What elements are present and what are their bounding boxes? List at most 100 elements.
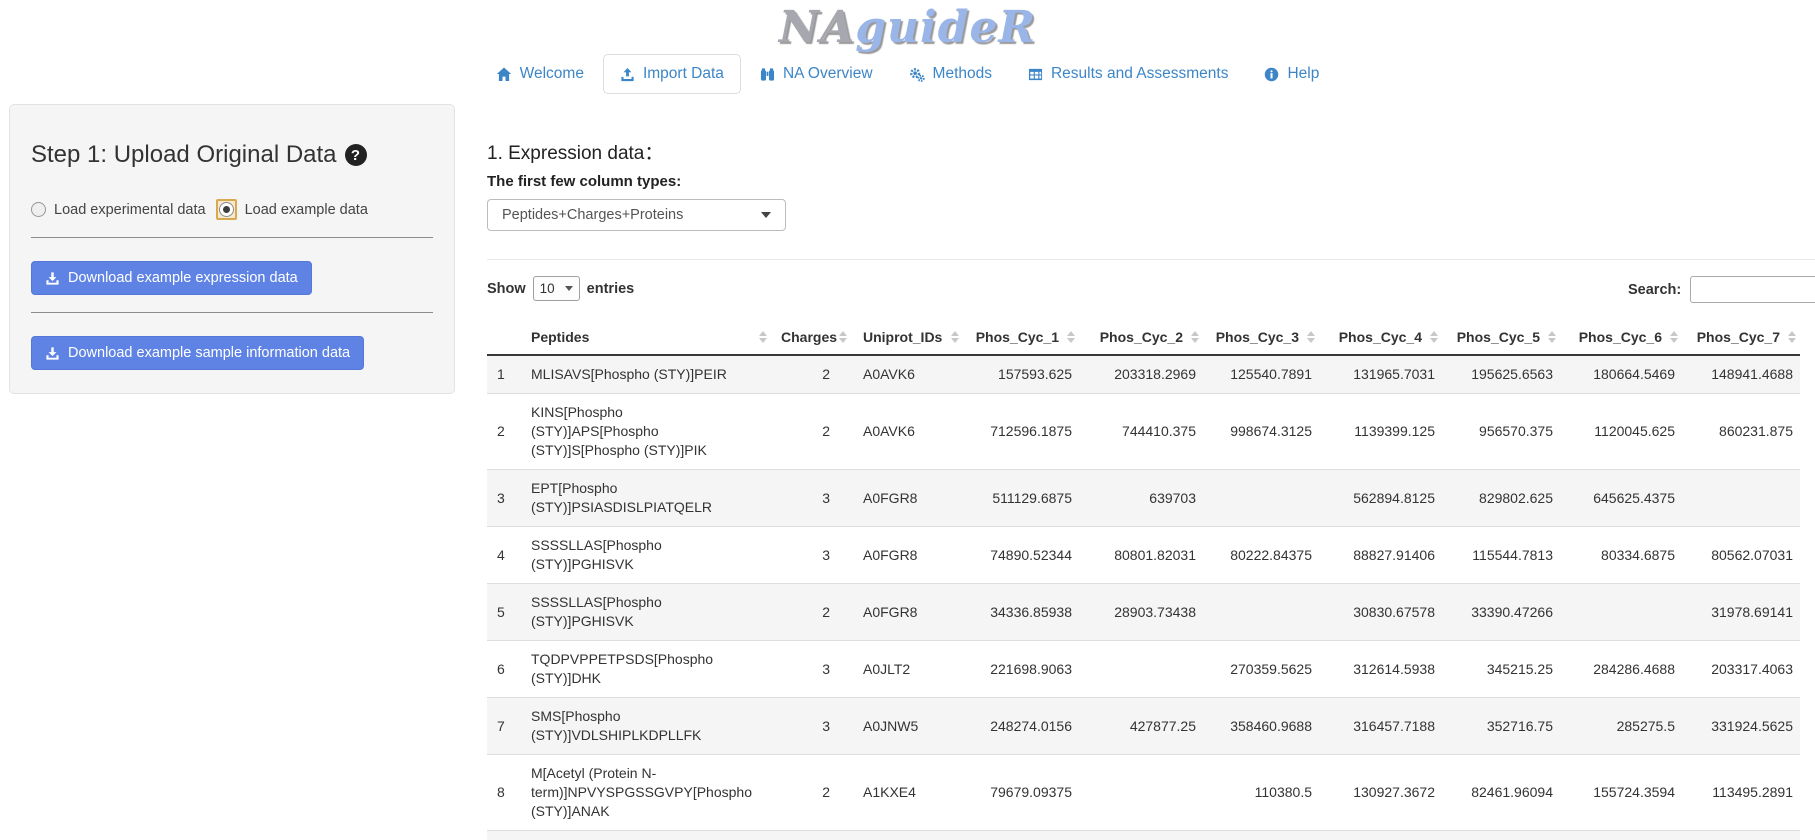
value-cell: 110380.5 bbox=[1203, 755, 1319, 831]
button-label: Download example expression data bbox=[68, 270, 298, 286]
sort-icon bbox=[1670, 331, 1678, 343]
value-cell: 285275.5 bbox=[1560, 698, 1682, 755]
download-sample-info-button[interactable]: Download example sample information data bbox=[31, 336, 364, 370]
value-cell: 511129.6875 bbox=[963, 470, 1079, 527]
sort-icon bbox=[839, 331, 847, 343]
page-length-select[interactable]: 10 bbox=[533, 276, 580, 301]
charge-cell: 3 bbox=[771, 698, 851, 755]
value-cell: 1120045.625 bbox=[1560, 394, 1682, 470]
charge-cell: 3 bbox=[771, 527, 851, 584]
header-rownum bbox=[487, 319, 521, 355]
column-types-label: The first few column types: bbox=[487, 173, 1815, 190]
radio-label: Load experimental data bbox=[54, 202, 206, 218]
value-cell: 80562.07031 bbox=[1682, 527, 1800, 584]
value-cell: 203318.2969 bbox=[1079, 355, 1203, 394]
download-icon bbox=[45, 346, 60, 361]
value-cell: 125540.7891 bbox=[1203, 355, 1319, 394]
table-head: Peptides Charges Uniprot_IDs Phos_Cyc_1 Phos… bbox=[487, 319, 1800, 355]
charge-cell: 2 bbox=[771, 355, 851, 394]
sort-icon bbox=[1067, 331, 1075, 343]
value-cell: 34336.85938 bbox=[963, 584, 1079, 641]
value-cell: 712596.1875 bbox=[963, 394, 1079, 470]
value-cell: 829802.625 bbox=[1442, 470, 1560, 527]
sort-icon bbox=[1191, 331, 1199, 343]
uniprot-cell: A0FGR8 bbox=[851, 470, 963, 527]
download-expression-button[interactable]: Download example expression data bbox=[31, 261, 312, 295]
value-cell bbox=[1079, 755, 1203, 831]
search-input[interactable] bbox=[1690, 276, 1815, 303]
expression-data-table: Peptides Charges Uniprot_IDs Phos_Cyc_1 Phos… bbox=[487, 319, 1800, 830]
question-icon[interactable]: ? bbox=[345, 144, 367, 166]
value-cell: 157593.625 bbox=[963, 355, 1079, 394]
column-header-Phos_Cyc_5[interactable]: Phos_Cyc_5 bbox=[1442, 319, 1560, 355]
radio-load-experimental[interactable]: Load experimental data bbox=[31, 202, 206, 218]
column-header-Phos_Cyc_1[interactable]: Phos_Cyc_1 bbox=[963, 319, 1079, 355]
column-header-Phos_Cyc_4[interactable]: Phos_Cyc_4 bbox=[1319, 319, 1442, 355]
column-header-Phos_Cyc_2[interactable]: Phos_Cyc_2 bbox=[1079, 319, 1203, 355]
column-header-Uniprot_IDs[interactable]: Uniprot_IDs bbox=[851, 319, 963, 355]
column-types-value: Peptides+Charges+Proteins bbox=[502, 207, 683, 223]
table-row: 8M[Acetyl (Protein N-term)]NPVYSPGSSGVPY… bbox=[487, 755, 1800, 831]
charge-cell: 2 bbox=[771, 394, 851, 470]
column-types-select[interactable]: Peptides+Charges+Proteins bbox=[487, 199, 786, 231]
chevron-down-icon bbox=[565, 286, 573, 291]
table-row: 2KINS[Phospho (STY)]APS[Phospho (STY)]S[… bbox=[487, 394, 1800, 470]
value-cell: 316457.7188 bbox=[1319, 698, 1442, 755]
sidebar-divider-1 bbox=[31, 237, 433, 238]
sort-icon bbox=[951, 331, 959, 343]
column-header-Peptides[interactable]: Peptides bbox=[521, 319, 771, 355]
page-length-control: Show 10 entries bbox=[487, 276, 1815, 301]
column-header-label: Charges bbox=[781, 329, 837, 345]
column-header-Charges[interactable]: Charges bbox=[771, 319, 851, 355]
value-cell: 31978.69141 bbox=[1682, 584, 1800, 641]
value-cell: 74890.52344 bbox=[963, 527, 1079, 584]
uniprot-cell: A0AVK6 bbox=[851, 394, 963, 470]
column-header-Phos_Cyc_7[interactable]: Phos_Cyc_7 bbox=[1682, 319, 1800, 355]
value-cell: 82461.96094 bbox=[1442, 755, 1560, 831]
value-cell bbox=[1560, 584, 1682, 641]
header-row: Peptides Charges Uniprot_IDs Phos_Cyc_1 Phos… bbox=[487, 319, 1800, 355]
table-row: 5SSSSLLAS[Phospho (STY)]PGHISVK2A0FGR834… bbox=[487, 584, 1800, 641]
entries-label: entries bbox=[587, 281, 635, 297]
value-cell: 80801.82031 bbox=[1079, 527, 1203, 584]
value-cell: 645625.4375 bbox=[1560, 470, 1682, 527]
column-header-label: Phos_Cyc_1 bbox=[976, 329, 1059, 345]
row-number-cell: 3 bbox=[487, 470, 521, 527]
value-cell: 270359.5625 bbox=[1203, 641, 1319, 698]
table-body: 1MLISAVS[Phospho (STY)]PEIR2A0AVK6157593… bbox=[487, 355, 1800, 830]
value-cell: 956570.375 bbox=[1442, 394, 1560, 470]
value-cell: 203317.4063 bbox=[1682, 641, 1800, 698]
column-header-Phos_Cyc_3[interactable]: Phos_Cyc_3 bbox=[1203, 319, 1319, 355]
column-header-Phos_Cyc_6[interactable]: Phos_Cyc_6 bbox=[1560, 319, 1682, 355]
radio-selected-frame bbox=[216, 199, 237, 220]
button-label: Download example sample information data bbox=[68, 345, 350, 361]
value-cell: 284286.4688 bbox=[1560, 641, 1682, 698]
search-control: Search: bbox=[1628, 276, 1815, 303]
charge-cell: 2 bbox=[771, 584, 851, 641]
value-cell bbox=[1079, 641, 1203, 698]
peptide-cell: KINS[Phospho (STY)]APS[Phospho (STY)]S[P… bbox=[521, 394, 771, 470]
row-number-cell: 6 bbox=[487, 641, 521, 698]
value-cell: 1139399.125 bbox=[1319, 394, 1442, 470]
sort-icon bbox=[1307, 331, 1315, 343]
peptide-cell: SSSSLLAS[Phospho (STY)]PGHISVK bbox=[521, 584, 771, 641]
value-cell: 860231.875 bbox=[1682, 394, 1800, 470]
peptide-cell: EPT[Phospho (STY)]PSIASDISLPIATQELR bbox=[521, 470, 771, 527]
value-cell: 33390.47266 bbox=[1442, 584, 1560, 641]
chevron-down-icon bbox=[761, 212, 771, 218]
radio-label: Load example data bbox=[245, 202, 368, 218]
column-header-label: Uniprot_IDs bbox=[863, 329, 942, 345]
show-label: Show bbox=[487, 281, 526, 297]
table-row: 1MLISAVS[Phospho (STY)]PEIR2A0AVK6157593… bbox=[487, 355, 1800, 394]
value-cell bbox=[1682, 470, 1800, 527]
page-length-value: 10 bbox=[540, 281, 555, 296]
column-header-label: Phos_Cyc_5 bbox=[1457, 329, 1540, 345]
value-cell bbox=[1203, 584, 1319, 641]
radio-load-example[interactable]: Load example data bbox=[216, 199, 368, 220]
row-number-cell: 1 bbox=[487, 355, 521, 394]
peptide-cell: MLISAVS[Phospho (STY)]PEIR bbox=[521, 355, 771, 394]
value-cell: 331924.5625 bbox=[1682, 698, 1800, 755]
sort-icon bbox=[759, 331, 767, 343]
column-header-label: Phos_Cyc_7 bbox=[1697, 329, 1780, 345]
value-cell: 195625.6563 bbox=[1442, 355, 1560, 394]
